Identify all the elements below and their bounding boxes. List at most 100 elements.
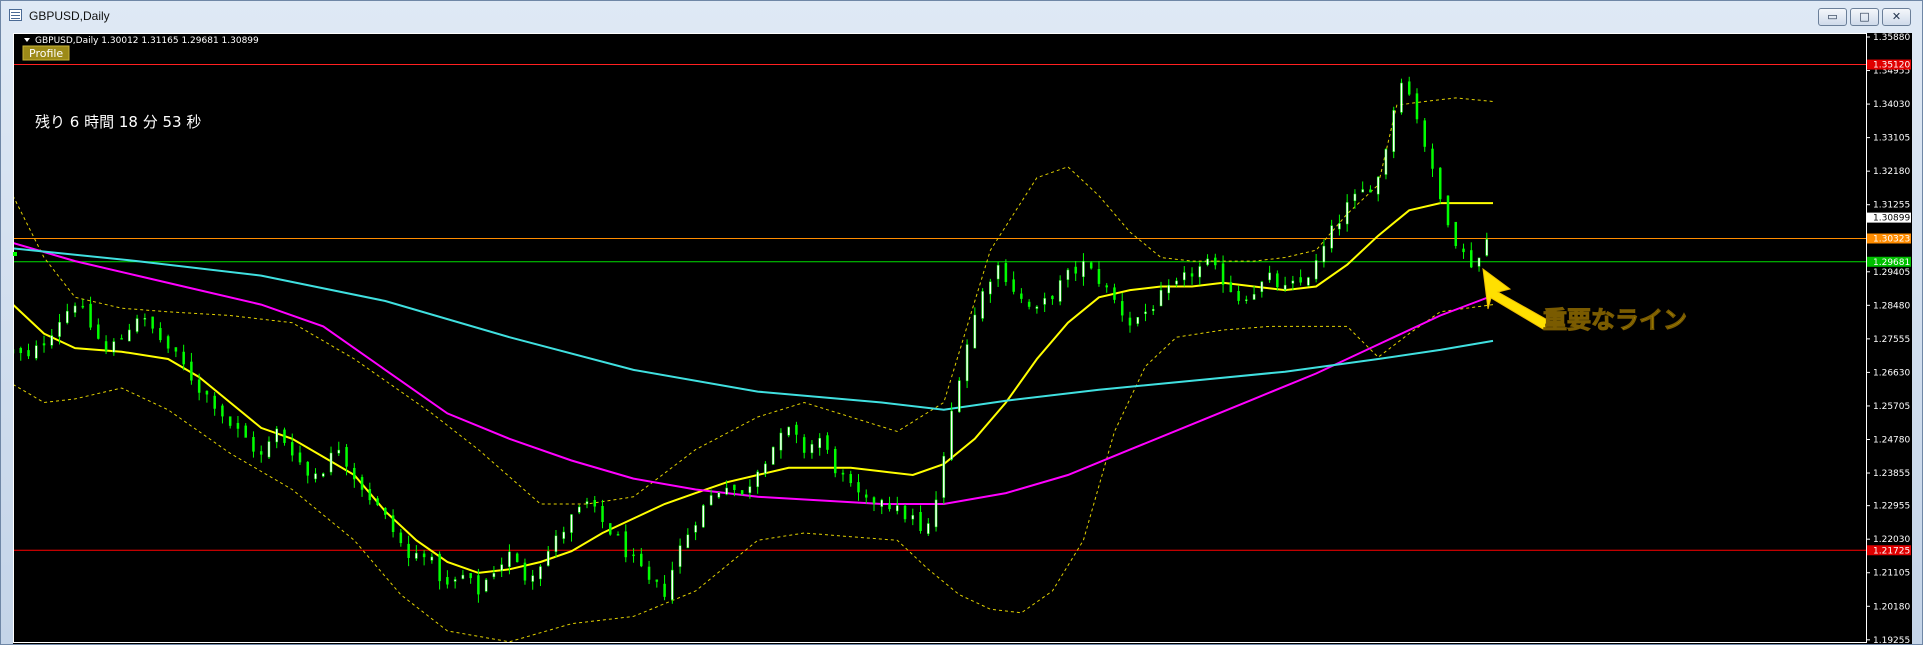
candle-body	[1431, 148, 1434, 169]
candle-body	[671, 569, 674, 601]
candle-body	[290, 442, 294, 456]
candle-body	[236, 422, 240, 429]
price-tick-label: 1.28480	[1873, 301, 1910, 311]
title-bar[interactable]: GBPUSD,Daily ▭ □ ✕	[1, 1, 1922, 31]
price-label: 1.21725	[1873, 546, 1910, 556]
candle-body	[965, 344, 969, 382]
candle-body	[345, 447, 348, 467]
window-title: GBPUSD,Daily	[29, 9, 110, 23]
candle-body	[205, 390, 209, 395]
candle-body	[640, 553, 643, 567]
candle-body	[795, 424, 798, 435]
candle-body	[1105, 285, 1108, 288]
candle-body	[647, 566, 651, 580]
candle-body	[384, 507, 387, 515]
candle-body	[857, 482, 860, 493]
candle-body	[314, 473, 317, 480]
candle-body	[1462, 248, 1465, 253]
candle-body	[1206, 258, 1209, 266]
candle-body	[1407, 81, 1411, 95]
candle-body	[1004, 263, 1008, 283]
candle-body	[228, 416, 232, 426]
price-tick-label: 1.35880	[1873, 33, 1910, 43]
candle-body	[1012, 279, 1015, 292]
line-anchor-marker[interactable]	[13, 252, 17, 256]
candle-body	[1322, 245, 1326, 263]
candle-body	[1237, 291, 1240, 301]
candle-body	[833, 448, 837, 474]
candle-body	[872, 497, 876, 504]
candle-body	[376, 498, 379, 506]
candle-body	[399, 532, 403, 544]
candle-body	[42, 343, 46, 346]
candle-body	[135, 318, 139, 332]
candle-body	[632, 554, 635, 557]
minimize-button[interactable]: ▭	[1818, 8, 1847, 26]
candle-body	[221, 405, 224, 417]
candle-body	[1051, 295, 1054, 300]
candle-body	[748, 486, 752, 493]
close-button[interactable]: ✕	[1882, 8, 1911, 26]
candle-body	[570, 514, 573, 533]
candle-body	[461, 574, 465, 579]
candle-body	[702, 505, 705, 528]
candle-body	[391, 515, 395, 533]
candle-body	[1361, 189, 1364, 193]
candle-body	[934, 499, 938, 528]
candle-body	[1245, 299, 1248, 301]
candle-body	[120, 338, 123, 340]
candle-body	[531, 575, 534, 582]
candle-body	[1136, 317, 1139, 324]
candle-body	[903, 505, 907, 520]
terminal-window: GBPUSD,Daily ▭ □ ✕ 1.35880 1.34955 1.34030…	[0, 0, 1923, 645]
candle-body	[422, 553, 426, 558]
candle-body	[329, 452, 333, 473]
candle-body	[725, 487, 728, 495]
candle-body	[826, 435, 829, 450]
candle-body	[1167, 284, 1171, 294]
candle-body	[1384, 148, 1388, 175]
candle-body	[1291, 280, 1295, 284]
candle-body	[259, 451, 263, 455]
candle-body	[415, 552, 418, 559]
candle-body	[841, 472, 845, 475]
candle-body	[709, 495, 713, 506]
price-chart[interactable]: 1.358801.349551.340301.331051.321801.312…	[13, 33, 1912, 644]
candle-body	[1446, 195, 1450, 226]
candle-body	[546, 550, 550, 566]
price-tick-label: 1.32180	[1873, 167, 1910, 177]
candle-body	[492, 573, 496, 578]
candle-body	[50, 335, 54, 346]
candle-body	[1214, 257, 1217, 266]
candle-body	[58, 322, 61, 337]
candle-body	[593, 500, 597, 507]
candle-body	[1439, 167, 1442, 200]
candle-body	[1035, 306, 1039, 309]
candle-body	[818, 437, 821, 448]
candle-body	[1152, 309, 1155, 311]
candle-body	[1423, 120, 1426, 147]
candle-body	[197, 379, 201, 393]
candle-body	[1283, 284, 1287, 290]
candle-body	[182, 351, 185, 365]
candle-body	[66, 310, 69, 324]
candle-body	[880, 499, 884, 507]
candle-body	[919, 512, 922, 532]
candle-body	[446, 577, 449, 585]
candle-body	[469, 573, 472, 579]
candle-body	[430, 556, 434, 561]
candle-body	[1183, 272, 1186, 281]
candle-body	[624, 531, 628, 558]
candle-body	[1144, 311, 1147, 314]
price-tick-label: 1.27555	[1873, 335, 1910, 345]
candle-body	[1229, 282, 1233, 293]
candle-body	[283, 429, 286, 443]
symbol-info: GBPUSD,Daily 1.30012 1.31165 1.29681 1.3…	[35, 36, 259, 46]
chart-area[interactable]: 1.35880 1.34955 1.34030 1.33105 1.32180 1.312…	[13, 33, 1912, 644]
candle-body	[322, 473, 325, 477]
price-tick-label: 1.25705	[1873, 402, 1910, 412]
maximize-button[interactable]: □	[1850, 8, 1879, 26]
candle-body	[1252, 294, 1256, 300]
candle-body	[97, 324, 100, 339]
candle-body	[267, 441, 271, 458]
